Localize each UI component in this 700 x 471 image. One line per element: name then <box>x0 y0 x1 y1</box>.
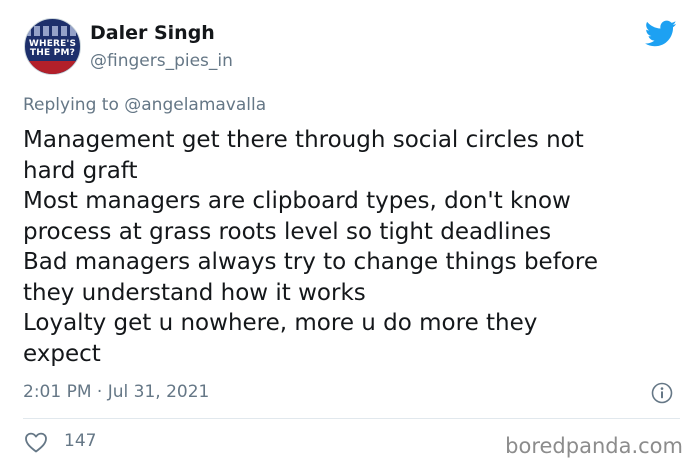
reply-prefix: Replying to <box>23 95 125 115</box>
heart-icon[interactable] <box>24 431 48 453</box>
tweet-body-line: they understand how it works <box>23 279 366 306</box>
tweet-body-line: Bad managers always try to change things… <box>23 249 598 275</box>
avatar-decoration <box>25 26 80 36</box>
tweet-body: Management get there through social circ… <box>23 125 683 369</box>
reply-context: Replying to @angelamavalla <box>23 95 266 115</box>
tweet-body-line: process at grass roots level so tight de… <box>23 218 552 245</box>
watermark: boredpanda.com <box>505 434 683 458</box>
tweet-body-line: Loyalty get u nowhere, more u do more th… <box>23 310 538 336</box>
divider <box>23 418 680 419</box>
author-name[interactable]: Daler Singh <box>90 22 215 44</box>
avatar[interactable]: WHERE'S THE PM? <box>24 18 81 75</box>
info-icon[interactable] <box>651 382 673 404</box>
avatar-decoration <box>25 61 80 74</box>
tweet-timestamp[interactable]: 2:01 PM · Jul 31, 2021 <box>23 382 209 402</box>
like-count[interactable]: 147 <box>64 431 96 451</box>
avatar-text: WHERE'S THE PM? <box>25 40 80 58</box>
tweet-body-line: expect <box>23 340 101 367</box>
author-handle[interactable]: @fingers_pies_in <box>90 51 233 71</box>
avatar-text-line2: THE PM? <box>29 48 76 58</box>
tweet-body-line: Management get there through social circ… <box>23 127 584 153</box>
reply-mention-link[interactable]: @angelamavalla <box>124 95 266 115</box>
tweet-body-line: Most managers are clipboard types, don't… <box>23 188 571 214</box>
twitter-bird-icon[interactable] <box>645 20 677 48</box>
tweet-body-line: hard graft <box>23 157 138 184</box>
